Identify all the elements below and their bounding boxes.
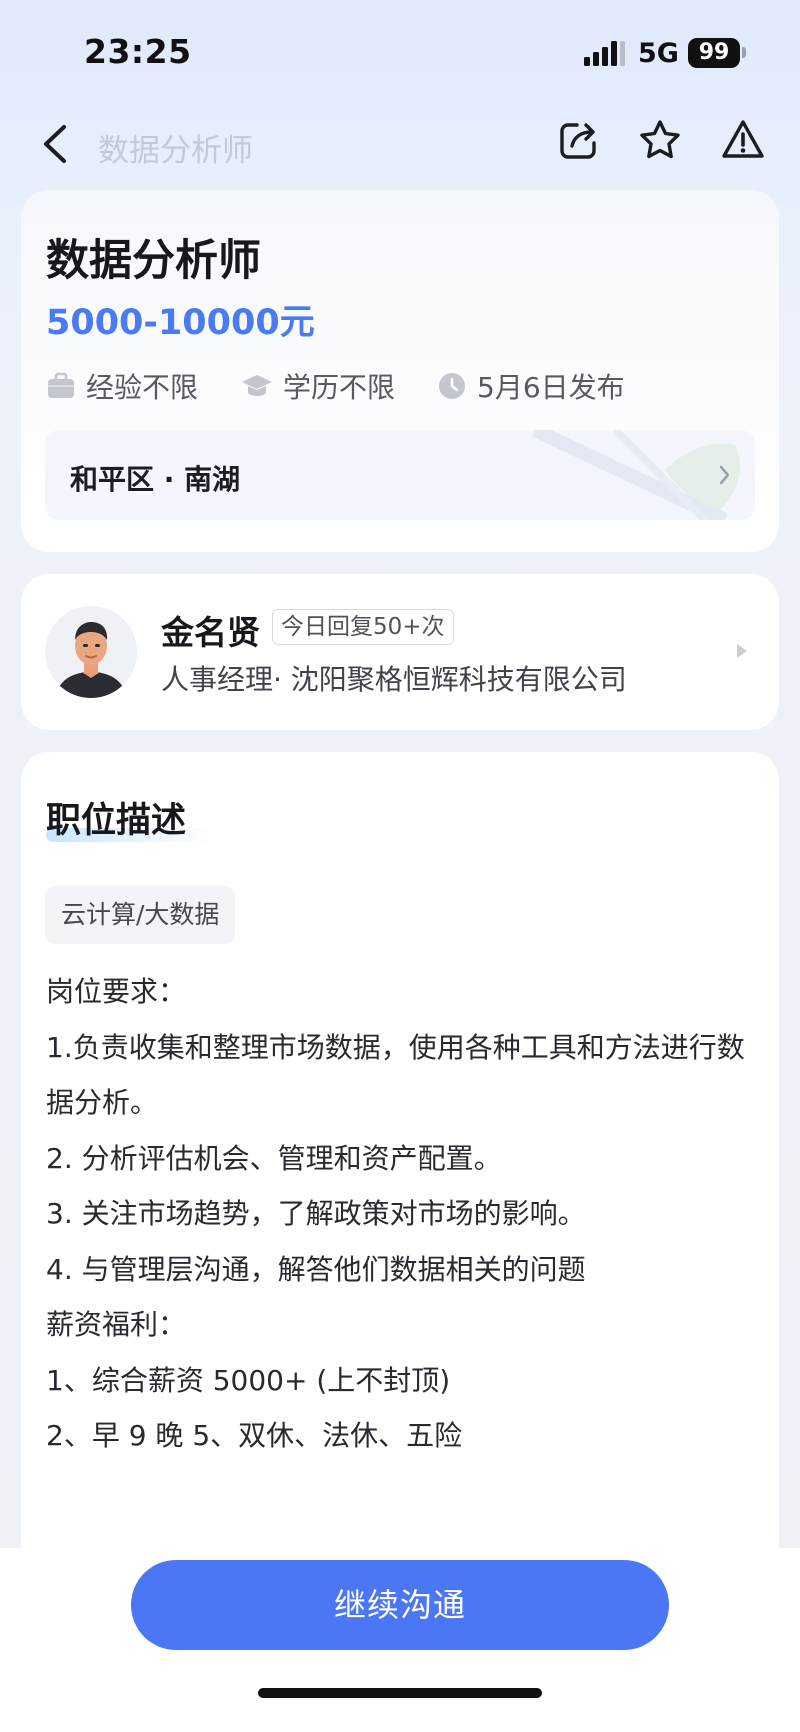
desc-line: 1、综合薪资 5000+ (上不封顶) (46, 1363, 451, 1397)
recruiter-card[interactable]: 金名贤 今日回复50+次 人事经理· 沈阳聚格恒辉科技有限公司 (21, 574, 779, 730)
nav-bar: 数据分析师 (0, 105, 800, 185)
star-icon[interactable] (637, 117, 683, 163)
continue-chat-button[interactable]: 继续沟通 (131, 1560, 669, 1650)
network-type: 5G (638, 38, 679, 69)
job-title: 数据分析师 (46, 236, 261, 286)
category-tag: 云计算/大数据 (45, 886, 236, 944)
battery-icon: 99 (688, 38, 740, 68)
back-arrow-icon[interactable] (36, 119, 76, 169)
salary: 5000-10000元 (46, 303, 315, 343)
battery-tip (742, 47, 746, 58)
recruiter-company: 人事经理· 沈阳聚格恒辉科技有限公司 (161, 663, 627, 696)
education-label: 学历不限 (283, 371, 396, 404)
desc-line: 1.负责收集和整理市场数据，使用各种工具和方法进行数据分析。 (46, 1030, 745, 1120)
experience-meta: 经验不限 (46, 366, 198, 406)
recruiter-name: 金名贤 (161, 613, 260, 652)
location-box[interactable]: 和平区 · 南湖 (45, 430, 755, 520)
home-indicator[interactable] (258, 1688, 542, 1698)
section-title: 职位描述 (46, 801, 187, 841)
briefcase-icon (48, 372, 74, 398)
education-meta: 学历不限 (241, 366, 395, 406)
signal-icon (584, 41, 625, 66)
desc-line: 薪资福利： (46, 1308, 187, 1341)
posted-label: 5月6日发布 (477, 371, 625, 404)
desc-line: 3. 关注市场趋势，了解政策对市场的影响。 (46, 1197, 586, 1230)
experience-label: 经验不限 (86, 371, 199, 404)
status-bar: 23:25 5G 99 (0, 0, 800, 105)
chevron-right-icon (719, 465, 730, 485)
nav-title: 数据分析师 (98, 133, 253, 169)
desc-line: 2、早 9 晚 5、双休、法休、五险 (46, 1419, 463, 1452)
reply-rate-badge: 今日回复50+次 (272, 609, 454, 645)
job-description-card: 职位描述 云计算/大数据 岗位要求： 1.负责收集和整理市场数据，使用各种工具和… (21, 752, 779, 1552)
posted-meta: 5月6日发布 (437, 366, 625, 406)
graduation-cap-icon (242, 375, 272, 396)
recruiter-avatar (45, 606, 137, 698)
clock-icon (439, 373, 465, 399)
report-warning-icon[interactable] (720, 117, 766, 163)
location-text: 和平区 · 南湖 (70, 463, 241, 496)
play-arrow-icon (737, 644, 747, 658)
desc-line: 岗位要求： (46, 975, 187, 1008)
job-summary-card: 数据分析师 5000-10000元 经验不限 学历不限 5月6日发布 和平区 ·… (21, 190, 779, 552)
description-text: 岗位要求： 1.负责收集和整理市场数据，使用各种工具和方法进行数据分析。 2. … (46, 964, 766, 1464)
status-time: 23:25 (84, 32, 192, 71)
bottom-action-bar: 继续沟通 (0, 1548, 800, 1732)
desc-line: 2. 分析评估机会、管理和资产配置。 (46, 1141, 502, 1175)
desc-line: 4. 与管理层沟通，解答他们数据相关的问题 (46, 1252, 586, 1286)
section-header: 职位描述 (46, 792, 216, 843)
share-icon[interactable] (556, 117, 602, 163)
